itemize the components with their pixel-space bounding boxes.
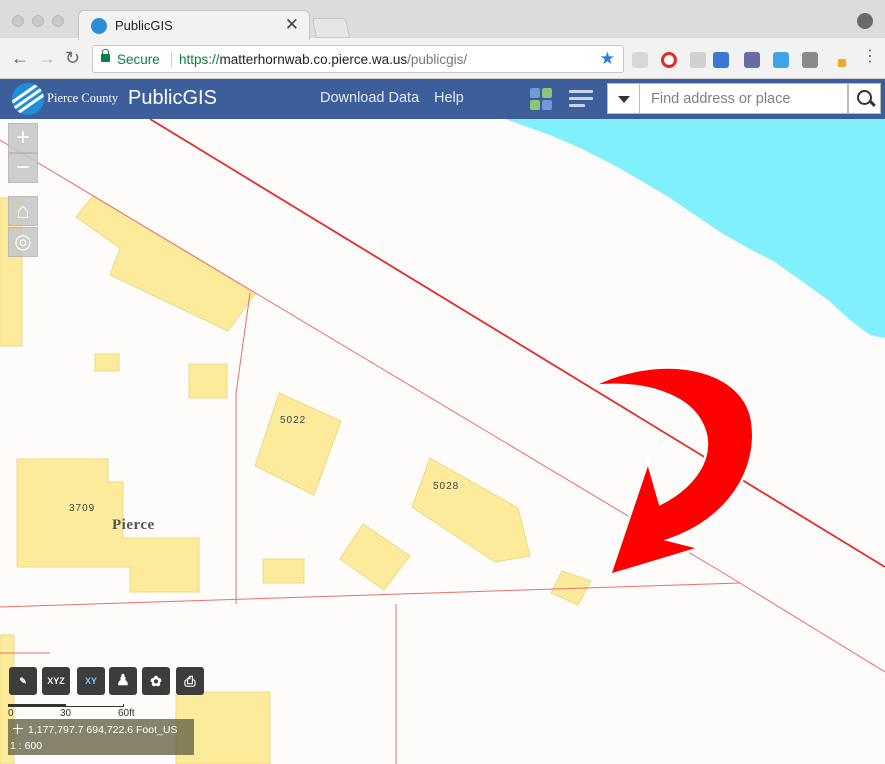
zoom-in-button[interactable]: + [8,123,38,153]
extension-icon[interactable] [802,52,818,68]
measure-tool-icon[interactable]: ✎ [9,667,37,695]
help-link[interactable]: Help [434,90,464,106]
new-tab-button[interactable] [311,18,351,38]
county-name: Pierce County [47,91,119,105]
secure-label: Secure [117,52,160,67]
scale-line [8,704,124,707]
scale-tick: 30 [60,708,72,719]
home-button[interactable]: ⌂ [8,196,38,226]
coordinate-readout: 1,177,797.7 694,722.6 Foot_US 1 : 600 [8,719,194,755]
browser-tab[interactable]: PublicGIS ✕ [78,10,310,40]
scale-tick: 60ft [118,708,135,719]
tab-strip: PublicGIS ✕ [0,0,885,40]
kebab-menu-icon[interactable]: ⋮ [862,46,878,66]
browser-chrome: PublicGIS ✕ ← → ↻ Secure https://matterh… [0,0,885,79]
browser-toolbar: ← → ↻ Secure https://matterhornwab.co.pi… [0,40,885,79]
parcel-label: 5022 [280,415,307,426]
tab-close-icon[interactable]: ✕ [285,15,299,35]
url-path: /publicgis/ [407,52,468,67]
reload-button[interactable]: ↻ [65,48,80,69]
profile-icon[interactable] [857,13,873,29]
xy-locate-button[interactable]: XY [77,667,105,695]
locate-button[interactable]: ◎ [8,227,38,257]
divider [171,51,172,67]
print-icon[interactable]: ⎙ [176,667,204,695]
scale-text: 1 : 600 [10,740,43,752]
favicon-icon [91,18,107,34]
url-scheme: https:// [179,52,220,67]
lock-icon [101,49,110,62]
crosshair-icon [13,724,23,734]
search-source-dropdown[interactable] [607,83,640,114]
url-host: matterhornwab.co.pierce.wa.us [219,52,408,67]
coordinates-text: 1,177,797.7 694,722.6 Foot_US [28,724,178,736]
search-button[interactable] [848,83,881,114]
bookmark-star-icon[interactable]: ★ [600,49,615,69]
tab-title: PublicGIS [115,18,173,33]
zoom-out-button[interactable]: − [8,153,38,183]
app-header: Pierce County PublicGIS Download Data He… [0,79,885,119]
extension-icon[interactable] [773,52,789,68]
close-window-button[interactable] [12,15,24,27]
extension-icon[interactable] [632,52,648,68]
xyz-tool-button[interactable]: XYZ [42,667,70,695]
address-bar[interactable]: Secure https://matterhornwab.co.pierce.w… [92,45,624,73]
back-button[interactable]: ← [11,48,29,69]
basemap-gallery-icon[interactable] [530,88,552,110]
pierce-county-logo [12,83,44,115]
url-text[interactable]: https://matterhornwab.co.pierce.wa.us/pu… [179,52,467,67]
extension-icon[interactable] [690,52,706,68]
minimize-window-button[interactable] [32,15,44,27]
app-title: PublicGIS [128,87,217,109]
scale-tick: 0 [8,708,14,719]
download-data-link[interactable]: Download Data [320,90,419,106]
forward-button[interactable]: → [38,48,56,69]
street-view-icon[interactable]: ♟ [109,667,137,695]
place-label: Pierce [112,517,155,533]
layer-style-icon[interactable]: ✿ [142,667,170,695]
parcel-label: 5028 [433,481,460,492]
water-body [505,119,885,338]
mail-extension-icon[interactable] [713,52,729,68]
extension-icon[interactable] [744,52,760,68]
maximize-window-button[interactable] [52,15,64,27]
map-view[interactable]: 5022 5028 3709 Pierce + − ⌂ ◎ ✎ XYZ XY ♟… [0,119,885,764]
menu-icon[interactable] [569,87,593,111]
opera-extension-icon[interactable] [661,52,677,68]
annotation-arrow [591,366,755,577]
search-input[interactable] [640,83,848,114]
parcel-label: 3709 [69,503,96,514]
extension-icon[interactable] [838,59,846,67]
